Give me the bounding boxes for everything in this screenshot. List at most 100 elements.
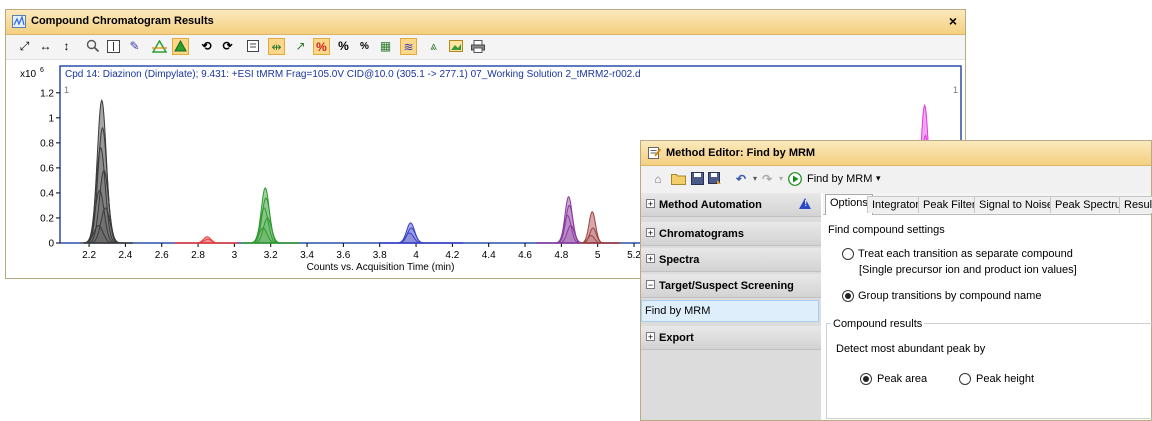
radio-group-by-name-label: Group transitions by compound name [858, 290, 1042, 302]
save-icon[interactable] [689, 171, 705, 187]
print-icon[interactable] [469, 38, 486, 55]
nav-section-label: Export [659, 332, 694, 344]
list-icon[interactable] [244, 38, 261, 55]
save-as-icon[interactable] [707, 171, 723, 187]
x-tick-label: 2.8 [191, 250, 205, 261]
home-icon[interactable]: ⌂ [650, 171, 666, 187]
expand-icon[interactable]: + [646, 199, 655, 209]
tab-integrator[interactable]: Integrator [867, 196, 925, 213]
radio-separate-compound-sublabel: [Single precursor ion and product ion va… [859, 264, 1077, 276]
nav-section-chromatograms[interactable]: + Chromatograms [641, 222, 821, 246]
peak-integrate-icon[interactable] [172, 38, 189, 55]
compound-results-label: Compound results [831, 318, 925, 330]
close-button[interactable]: × [949, 13, 957, 29]
nav-section-spectra[interactable]: + Spectra [641, 248, 821, 272]
nav-section-export[interactable]: + Export [641, 326, 821, 350]
redo-icon[interactable]: ⟳ [219, 38, 236, 55]
expand-icon[interactable]: + [646, 228, 655, 238]
radio-peak-height[interactable] [959, 373, 971, 385]
radio-group-by-name[interactable] [842, 290, 854, 302]
x-tick-label: 3 [232, 250, 238, 261]
y-tick-label: 1 [48, 113, 54, 124]
fit-vertical-icon[interactable] [105, 38, 122, 55]
x-tick-label: 3.4 [300, 250, 314, 261]
y-tick-label: 0.6 [40, 163, 54, 174]
peak-triangle-icon[interactable] [151, 38, 168, 55]
expand-horizontal-icon[interactable]: ↔ [37, 38, 54, 55]
chromatogram-titlebar: Compound Chromatogram Results × [6, 10, 965, 35]
expand-diagonal-icon[interactable]: ⤢ [16, 38, 33, 55]
expand-vertical-icon[interactable]: ↕ [58, 38, 75, 55]
undo-icon[interactable]: ⟲ [198, 38, 215, 55]
x-tick-label: 2.6 [155, 250, 169, 261]
find-compound-settings-label: Find compound settings [828, 224, 945, 236]
radio-peak-area[interactable] [860, 373, 872, 385]
percent-red-icon[interactable]: % [313, 38, 330, 55]
tab-result[interactable]: Result [1119, 196, 1152, 213]
nav-section-target-suspect-screening[interactable]: − Target/Suspect Screening [641, 274, 821, 298]
method-tabs: Options Integrator Peak Filters Signal t… [823, 193, 1152, 215]
nav-item-find-by-mrm[interactable]: Find by MRM [641, 300, 819, 322]
y-tick-label: 0.4 [40, 188, 54, 199]
y-tick-label: 0.8 [40, 138, 54, 149]
x-tick-label: 5 [595, 250, 601, 261]
y-tick-label: 0.2 [40, 213, 54, 224]
nav-section-label: Chromatograms [659, 228, 744, 240]
detect-peak-label: Detect most abundant peak by [836, 343, 986, 355]
method-editor-title: Method Editor: Find by MRM [666, 147, 816, 159]
percent-scale-icon[interactable]: % [356, 38, 373, 55]
run-mode-label[interactable]: Find by MRM [807, 173, 872, 185]
nav-section-method-automation[interactable]: + Method Automation ! [641, 193, 821, 217]
image-icon[interactable] [447, 38, 464, 55]
x-tick-label: 3.6 [336, 250, 350, 261]
x-tick-label: 3.2 [264, 250, 278, 261]
open-folder-icon[interactable] [670, 171, 686, 187]
compound-results-group [826, 323, 1152, 419]
x-tick-label: 2.4 [118, 250, 132, 261]
method-nav-panel: + Method Automation ! + Chromatograms + … [641, 193, 821, 420]
marker-left: 1 [64, 85, 69, 95]
nav-item-label: Find by MRM [645, 305, 711, 317]
x-tick-label: 4 [413, 250, 419, 261]
expand-icon[interactable]: + [646, 332, 655, 342]
x-tick-label: 4.4 [482, 250, 496, 261]
y-tick-label: 0 [48, 239, 54, 250]
marker-right: 1 [953, 85, 958, 95]
chromatogram-window-icon [12, 15, 26, 28]
overlay-icon[interactable]: ▦ [377, 38, 394, 55]
run-mode-dropdown-icon[interactable]: ▾ [876, 173, 881, 184]
chromatogram-window-title: Compound Chromatogram Results [31, 15, 214, 27]
radio-peak-height-label: Peak height [976, 373, 1035, 385]
x-axis-label: Counts vs. Acquisition Time (min) [307, 262, 455, 273]
chromatogram-toolbar: ⤢ ↔ ↕ ✎ ⟲ ⟳ ⇹ ↗ % % % ▦ ≋ ⩓ [6, 35, 965, 60]
radio-separate-compound-label: Treat each transition as separate compou… [858, 248, 1073, 260]
radio-peak-area-label: Peak area [877, 373, 928, 385]
stack-icon[interactable]: ≋ [400, 38, 417, 55]
x-tick-label: 3.8 [373, 250, 387, 261]
nav-section-label: Spectra [659, 254, 700, 266]
trace-label: Cpd 14: Diazinon (Dimpylate); 9.431: +ES… [65, 69, 641, 80]
tab-options[interactable]: Options [825, 194, 873, 215]
run-icon[interactable] [787, 171, 803, 187]
radio-separate-compound[interactable] [842, 248, 854, 260]
collapse-icon[interactable]: − [646, 280, 655, 290]
tab-signal-to-noise[interactable]: Signal to Noise [974, 196, 1058, 213]
expand-icon[interactable]: + [646, 254, 655, 264]
x-tick-label: 4.2 [445, 250, 459, 261]
nav-section-label: Method Automation [659, 199, 762, 211]
x-tick-label: 4.8 [554, 250, 568, 261]
method-editor-icon [648, 147, 661, 159]
method-editor-titlebar: Method Editor: Find by MRM [641, 141, 1151, 166]
percent-icon[interactable]: % [335, 38, 352, 55]
method-content-panel: Options Integrator Peak Filters Signal t… [823, 193, 1152, 420]
zoom-icon[interactable] [84, 38, 101, 55]
x-tick-label: 2.2 [82, 250, 96, 261]
y-exponent-label: x10 [20, 69, 37, 80]
annotate-icon[interactable]: ⩓ [425, 38, 442, 55]
nav-section-label: Target/Suspect Screening [659, 280, 794, 292]
autoscale-icon[interactable]: ↗ [292, 38, 309, 55]
y-tick-label: 1.2 [40, 88, 54, 99]
x-tick-label: 4.6 [518, 250, 532, 261]
peak-tools-icon[interactable]: ✎ [126, 38, 143, 55]
fit-horizontal-icon[interactable]: ⇹ [268, 38, 285, 55]
